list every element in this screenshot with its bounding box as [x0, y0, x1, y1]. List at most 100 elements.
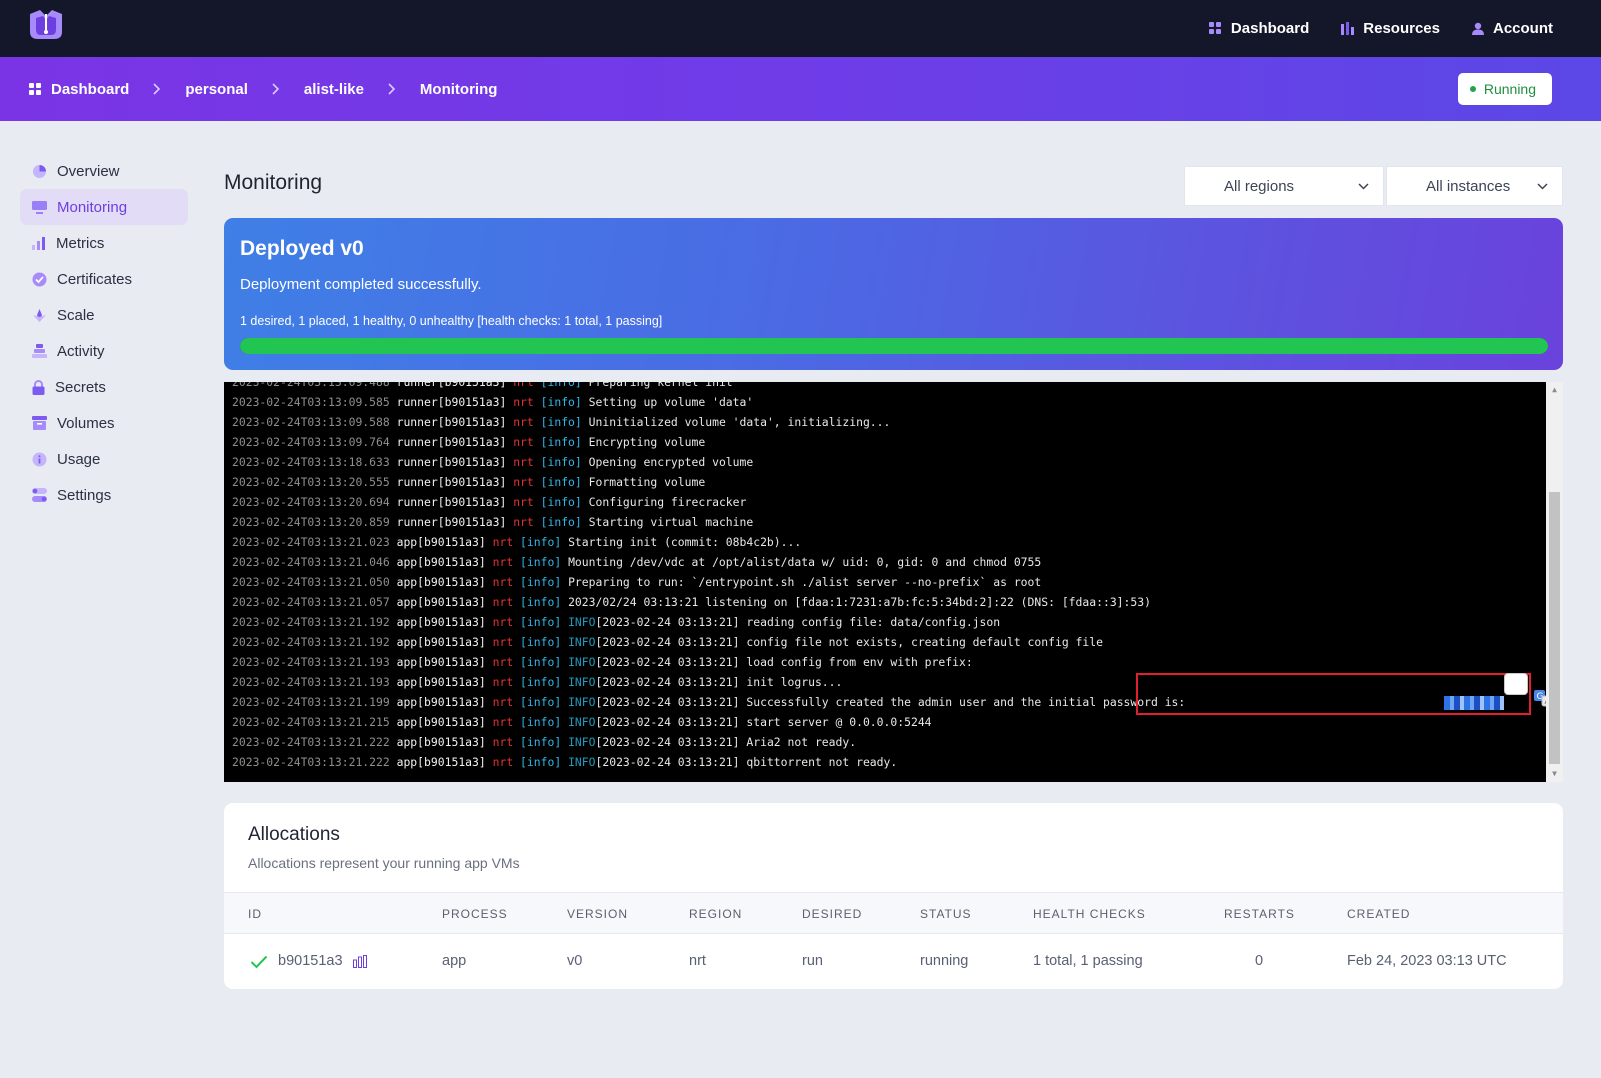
log-message: [2023-02-24 03:13:21] init logrus... — [595, 675, 843, 689]
log-level: [info] — [540, 475, 582, 489]
scroll-up-icon[interactable]: ▲ — [1549, 385, 1560, 395]
log-level: [info] — [520, 595, 562, 609]
log-timestamp: 2023-02-24T03:13:21.192 — [232, 635, 390, 649]
instances-select-value: All instances — [1426, 177, 1511, 195]
table-cell-restarts: 0 — [1255, 953, 1264, 969]
log-line: 2023-02-24T03:13:21.215 app[b90151a3] nr… — [232, 712, 1185, 732]
log-level: [info] — [540, 515, 582, 529]
log-timestamp: 2023-02-24T03:13:18.633 — [232, 455, 390, 469]
sidebar-item-activity[interactable]: Activity — [20, 333, 188, 369]
log-source: app[b90151a3] — [396, 555, 486, 569]
log-level: [info] — [520, 675, 562, 689]
log-message: Starting init (commit: 08b4c2b)... — [568, 535, 802, 549]
deployment-stats: 1 desired, 1 placed, 1 healthy, 0 unheal… — [240, 314, 663, 328]
log-tag: INFO — [568, 655, 596, 669]
log-level: [info] — [540, 415, 582, 429]
topnav-dashboard-label: Dashboard — [1230, 20, 1310, 37]
grid-icon — [29, 82, 41, 95]
translate-icon[interactable]: GA — [1504, 673, 1553, 707]
log-source: runner[b90151a3] — [396, 495, 507, 509]
allocations-table-header: ID PROCESS VERSION REGION DESIRED STATUS… — [224, 892, 1563, 934]
allocation-id-link[interactable]: b90151a3 — [278, 934, 343, 989]
table-cell-desired: run — [802, 953, 823, 969]
log-scrollbar-thumb[interactable] — [1549, 492, 1560, 764]
log-timestamp: 2023-02-24T03:13:21.046 — [232, 555, 390, 569]
deployment-card: Deployed v0 Deployment completed success… — [224, 218, 1563, 370]
logo-icon[interactable] — [27, 8, 65, 41]
table-cell-region: nrt — [689, 953, 706, 969]
log-tag: INFO — [568, 755, 596, 769]
log-viewer[interactable]: 2023-02-24T03:13:09.488 runner[b90151a3]… — [224, 382, 1563, 782]
bar-chart-icon — [32, 237, 45, 250]
breadcrumb-personal[interactable]: personal — [185, 81, 248, 98]
log-level: [info] — [520, 555, 562, 569]
log-region: nrt — [513, 415, 534, 429]
log-message: Uninitialized volume 'data', initializin… — [588, 415, 891, 429]
log-source: app[b90151a3] — [396, 595, 486, 609]
breadcrumb-dashboard[interactable]: Dashboard — [29, 81, 129, 98]
log-source: app[b90151a3] — [396, 655, 486, 669]
pie-chart-icon — [33, 164, 46, 178]
breadcrumb-app[interactable]: alist-like — [304, 81, 364, 98]
sidebar-item-certificates[interactable]: Certificates — [20, 261, 188, 297]
log-region: nrt — [492, 575, 514, 589]
log-line: 2023-02-24T03:13:21.023 app[b90151a3] nr… — [232, 532, 1185, 552]
topnav-dashboard[interactable]: Dashboard — [1208, 20, 1310, 37]
log-region: nrt — [513, 515, 534, 529]
page-title: Monitoring — [224, 171, 323, 194]
breadcrumb-app-label: alist-like — [303, 80, 364, 98]
table-cell-status: running — [920, 953, 969, 969]
log-region: nrt — [492, 735, 514, 749]
log-line: 2023-02-24T03:13:21.192 app[b90151a3] nr… — [232, 632, 1185, 652]
log-region: nrt — [492, 715, 514, 729]
log-region: nrt — [492, 655, 514, 669]
log-line: 2023-02-24T03:13:09.488 runner[b90151a3]… — [232, 382, 1185, 392]
log-scrollbar[interactable]: ▲ ▼ — [1546, 382, 1563, 782]
topnav-resources[interactable]: Resources — [1341, 20, 1440, 37]
scroll-down-icon[interactable]: ▼ — [1549, 769, 1560, 779]
log-line: 2023-02-24T03:13:20.555 runner[b90151a3]… — [232, 472, 1185, 492]
sidebar-item-settings[interactable]: Settings — [20, 477, 188, 513]
log-source: runner[b90151a3] — [396, 475, 507, 489]
sidebar-item-metrics[interactable]: Metrics — [20, 225, 188, 261]
allocations-title: Allocations — [248, 824, 340, 845]
stack-icon — [32, 344, 47, 358]
regions-select[interactable]: All regions — [1184, 166, 1384, 206]
log-message: [2023-02-24 03:13:21] Successfully creat… — [595, 695, 1186, 709]
log-timestamp: 2023-02-24T03:13:21.023 — [232, 535, 390, 549]
sidebar-item-label: Activity — [57, 342, 105, 360]
log-line: 2023-02-24T03:13:21.222 app[b90151a3] nr… — [232, 732, 1185, 752]
log-source: app[b90151a3] — [396, 575, 486, 589]
log-source: app[b90151a3] — [396, 615, 486, 629]
deployment-progress-bar — [240, 338, 1548, 354]
sidebar-item-usage[interactable]: Usage — [20, 441, 188, 477]
log-message: Mounting /dev/vdc at /opt/alist/data w/ … — [568, 555, 1042, 569]
sidebar-item-volumes[interactable]: Volumes — [20, 405, 188, 441]
log-level: [info] — [520, 575, 562, 589]
sidebar-item-monitoring[interactable]: Monitoring — [20, 189, 188, 225]
archive-icon — [32, 416, 47, 430]
breadcrumb-dashboard-label: Dashboard — [51, 80, 130, 98]
grid-icon — [1208, 22, 1221, 34]
sidebar-item-label: Overview — [57, 162, 120, 180]
log-message: [2023-02-24 03:13:21] reading config fil… — [595, 615, 1001, 629]
instances-select[interactable]: All instances — [1386, 166, 1563, 206]
breadcrumb-monitoring[interactable]: Monitoring — [420, 81, 497, 98]
column-header: CREATED — [1347, 907, 1411, 921]
sidebar-item-scale[interactable]: Scale — [20, 297, 188, 333]
bar-chart-icon[interactable] — [352, 955, 367, 968]
topnav-account[interactable]: Account — [1472, 20, 1553, 37]
sidebar-item-overview[interactable]: Overview — [20, 153, 188, 189]
deployment-progress-fill — [240, 338, 1548, 354]
table-cell-process: app — [442, 953, 467, 969]
log-region: nrt — [513, 475, 534, 489]
sidebar-item-secrets[interactable]: Secrets — [20, 369, 188, 405]
column-header: ID — [248, 907, 262, 921]
log-tag: INFO — [568, 615, 596, 629]
user-icon — [1472, 22, 1484, 35]
log-region: nrt — [513, 435, 534, 449]
log-region: nrt — [492, 675, 514, 689]
column-header: VERSION — [567, 907, 629, 921]
log-message: 2023/02/24 03:13:21 listening on [fdaa:1… — [568, 595, 1151, 609]
table-cell-created: Feb 24, 2023 03:13 UTC — [1347, 953, 1507, 969]
